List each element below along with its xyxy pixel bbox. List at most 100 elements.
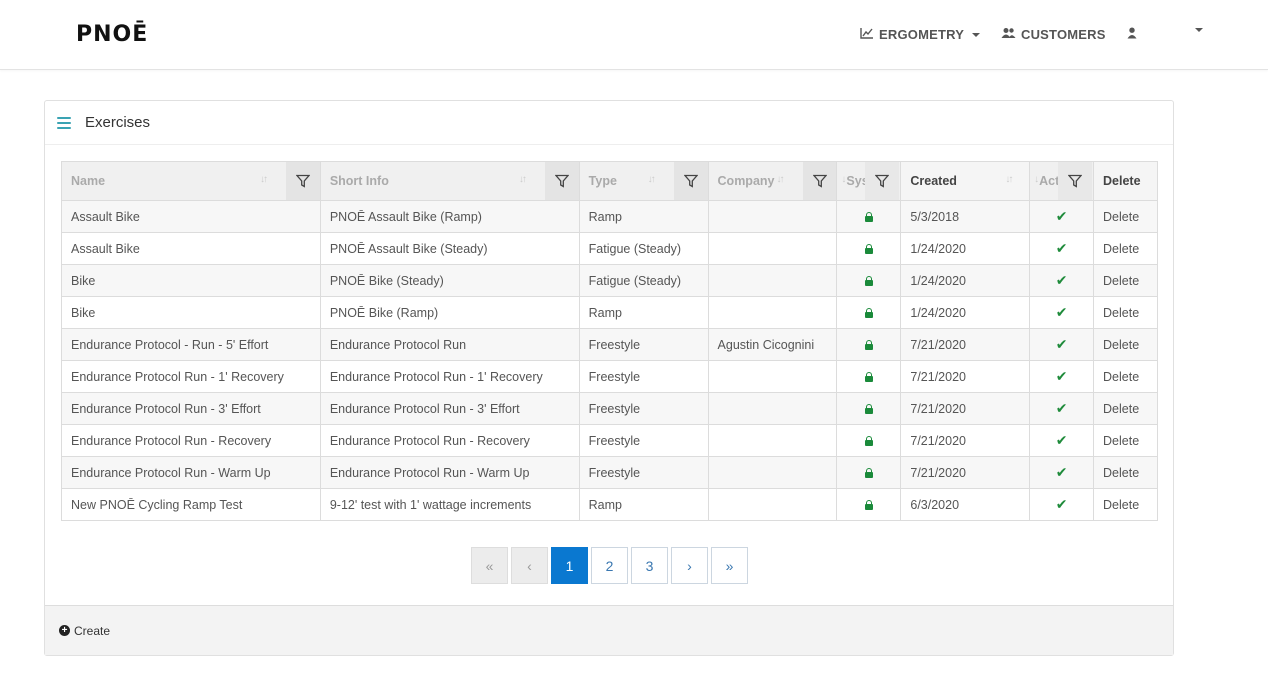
- lock-icon: [864, 276, 873, 287]
- cell-created: 1/24/2020: [900, 296, 1031, 329]
- column-label: Company: [717, 174, 775, 188]
- nav-customers-link[interactable]: CUSTOMERS: [1001, 27, 1106, 42]
- check-icon: ✔: [1055, 304, 1068, 320]
- cell-name[interactable]: Assault Bike: [61, 200, 321, 233]
- filter-icon[interactable]: [865, 162, 900, 200]
- table-header-row: Name ↓↑ Short Info ↓↑ Type ↓↑ Company ↓↑: [61, 161, 1158, 201]
- table-row[interactable]: Bike PNOĒ Bike (Steady) Fatigue (Steady)…: [61, 264, 1158, 297]
- delete-link[interactable]: Delete: [1093, 264, 1158, 297]
- cell-system: [836, 456, 902, 489]
- filter-icon[interactable]: [1058, 162, 1093, 200]
- cell-name[interactable]: Bike: [61, 264, 321, 297]
- cell-created: 5/3/2018: [900, 200, 1031, 233]
- column-header-name[interactable]: Name ↓↑: [61, 161, 321, 201]
- pagination-first[interactable]: «: [471, 547, 508, 584]
- table-row[interactable]: Endurance Protocol Run - 1' Recovery End…: [61, 360, 1158, 393]
- filter-icon[interactable]: [544, 162, 579, 200]
- pagination-prev[interactable]: ‹: [511, 547, 548, 584]
- delete-link[interactable]: Delete: [1093, 488, 1158, 521]
- column-header-short-info[interactable]: Short Info ↓↑: [319, 161, 580, 201]
- cell-company: [707, 488, 838, 521]
- cell-name[interactable]: Bike: [61, 296, 321, 329]
- cell-short-info: PNOĒ Assault Bike (Ramp): [319, 200, 580, 233]
- check-icon: ✔: [1055, 240, 1068, 256]
- cell-name[interactable]: Endurance Protocol Run - Recovery: [61, 424, 321, 457]
- cell-company: [707, 392, 838, 425]
- column-header-type[interactable]: Type ↓↑: [578, 161, 709, 201]
- delete-link[interactable]: Delete: [1093, 232, 1158, 265]
- column-header-company[interactable]: Company ↓↑: [707, 161, 838, 201]
- pagination-page-2[interactable]: 2: [591, 547, 628, 584]
- sort-icon[interactable]: ↓: [1034, 174, 1039, 185]
- delete-link[interactable]: Delete: [1093, 200, 1158, 233]
- top-navbar: PNOĒ ERGOMETRY CUSTOMERS: [0, 0, 1268, 70]
- user-menu[interactable]: [1127, 27, 1137, 42]
- cell-name[interactable]: Assault Bike: [61, 232, 321, 265]
- pagination-last[interactable]: »: [711, 547, 748, 584]
- cell-name[interactable]: Endurance Protocol Run - 1' Recovery: [61, 360, 321, 393]
- sort-icon[interactable]: ↓↑: [519, 174, 527, 185]
- cell-created: 7/21/2020: [900, 456, 1031, 489]
- pagination-page-3[interactable]: 3: [631, 547, 668, 584]
- table-row[interactable]: Assault Bike PNOĒ Assault Bike (Steady) …: [61, 232, 1158, 265]
- column-label: Delete: [1103, 174, 1141, 188]
- create-button[interactable]: + Create: [45, 605, 1173, 655]
- cell-name[interactable]: Endurance Protocol - Run - 5' Effort: [61, 328, 321, 361]
- user-menu-dropdown-toggle[interactable]: [1192, 28, 1203, 32]
- cell-active: ✔: [1029, 296, 1095, 329]
- cell-name[interactable]: New PNOĒ Cycling Ramp Test: [61, 488, 321, 521]
- cell-short-info: Endurance Protocol Run - 1' Recovery: [319, 360, 580, 393]
- filter-icon[interactable]: [286, 162, 320, 200]
- column-header-system[interactable]: System ↓: [836, 161, 902, 201]
- delete-link[interactable]: Delete: [1093, 392, 1158, 425]
- delete-link[interactable]: Delete: [1093, 296, 1158, 329]
- delete-link[interactable]: Delete: [1093, 360, 1158, 393]
- table-row[interactable]: Bike PNOĒ Bike (Ramp) Ramp 1/24/2020 ✔ D…: [61, 296, 1158, 329]
- table-row[interactable]: Endurance Protocol Run - Recovery Endura…: [61, 424, 1158, 457]
- hamburger-icon[interactable]: [57, 116, 71, 129]
- sort-icon[interactable]: ↓↑: [1005, 174, 1013, 185]
- column-header-created[interactable]: Created ↓↑: [900, 161, 1031, 201]
- cell-active: ✔: [1029, 424, 1095, 457]
- user-icon: [1127, 27, 1137, 42]
- column-header-active[interactable]: Active ↓: [1029, 161, 1095, 201]
- sort-icon[interactable]: ↓↑: [648, 174, 656, 185]
- lock-icon: [864, 340, 873, 351]
- cell-active: ✔: [1029, 360, 1095, 393]
- pagination-page-1[interactable]: 1: [551, 547, 588, 584]
- filter-icon[interactable]: [673, 162, 708, 200]
- delete-link[interactable]: Delete: [1093, 424, 1158, 457]
- delete-link[interactable]: Delete: [1093, 456, 1158, 489]
- cell-name[interactable]: Endurance Protocol Run - 3' Effort: [61, 392, 321, 425]
- cell-system: [836, 424, 902, 457]
- sort-icon[interactable]: ↓↑: [777, 174, 785, 185]
- cell-name[interactable]: Endurance Protocol Run - Warm Up: [61, 456, 321, 489]
- sort-icon[interactable]: ↓↑: [260, 174, 268, 185]
- table-row[interactable]: Endurance Protocol Run - Warm Up Enduran…: [61, 456, 1158, 489]
- check-icon: ✔: [1055, 432, 1068, 448]
- nav-ergometry-label: ERGOMETRY: [879, 27, 965, 42]
- table-row[interactable]: New PNOĒ Cycling Ramp Test 9-12' test wi…: [61, 488, 1158, 521]
- brand-logo[interactable]: PNOĒ: [76, 22, 148, 47]
- cell-created: 1/24/2020: [900, 232, 1031, 265]
- lock-icon: [864, 308, 873, 319]
- cell-short-info: 9-12' test with 1' wattage increments: [319, 488, 580, 521]
- cell-short-info: PNOĒ Assault Bike (Steady): [319, 232, 580, 265]
- pagination: « ‹ 1 2 3 › »: [471, 547, 748, 584]
- exercises-table: Name ↓↑ Short Info ↓↑ Type ↓↑ Company ↓↑: [61, 161, 1158, 521]
- table-row[interactable]: Endurance Protocol Run - 3' Effort Endur…: [61, 392, 1158, 425]
- table-row[interactable]: Assault Bike PNOĒ Assault Bike (Ramp) Ra…: [61, 200, 1158, 233]
- filter-icon[interactable]: [802, 162, 836, 200]
- nav-ergometry-dropdown[interactable]: ERGOMETRY: [860, 27, 981, 42]
- column-label: Type: [588, 174, 617, 188]
- cell-company: Agustin Cicognini: [707, 328, 838, 361]
- table-row[interactable]: Endurance Protocol - Run - 5' Effort End…: [61, 328, 1158, 361]
- cell-type: Ramp: [578, 200, 709, 233]
- cell-type: Freestyle: [578, 424, 709, 457]
- page-title: Exercises: [85, 114, 151, 131]
- delete-link[interactable]: Delete: [1093, 328, 1158, 361]
- cell-short-info: PNOĒ Bike (Ramp): [319, 296, 580, 329]
- cell-system: [836, 328, 902, 361]
- sort-icon[interactable]: ↓: [841, 174, 846, 185]
- pagination-next[interactable]: ›: [671, 547, 708, 584]
